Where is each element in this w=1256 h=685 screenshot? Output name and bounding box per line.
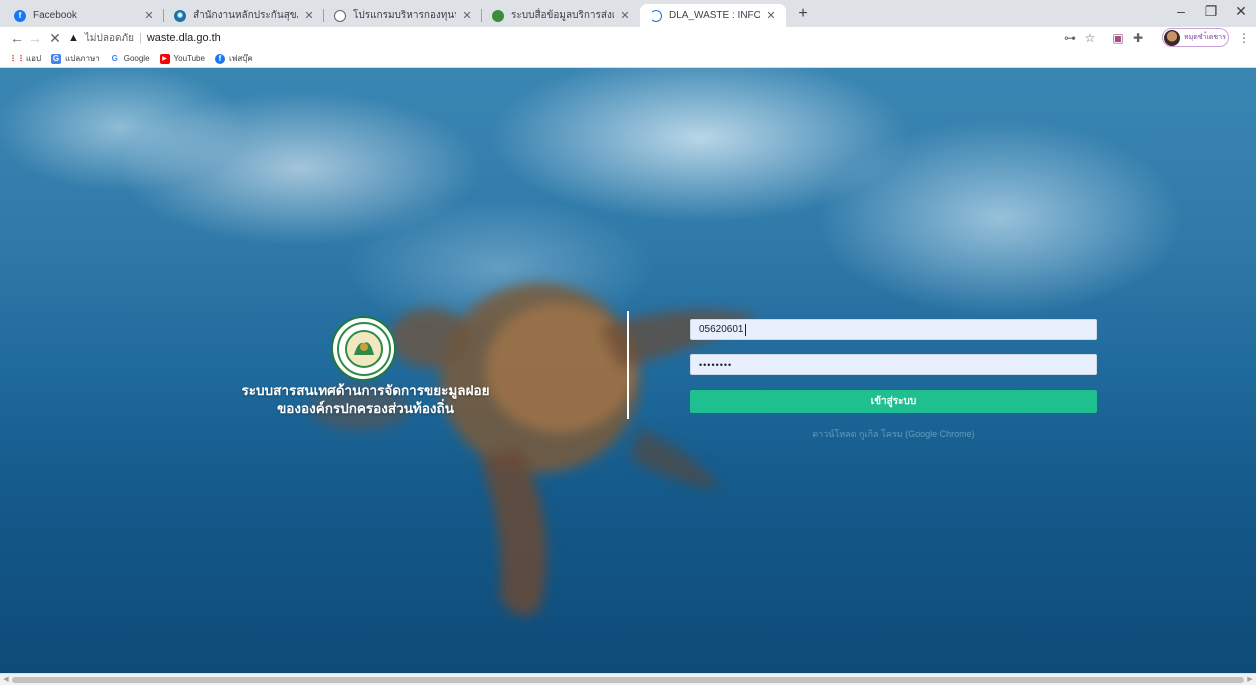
bookmark-label: เฟสบุ๊ค	[228, 54, 253, 63]
translate-icon: G	[51, 53, 62, 64]
avatar	[1164, 29, 1180, 46]
tab-fund-program[interactable]: โปรแกรมบริหารกองทุนหลักประกันสุขภ ✕	[324, 4, 482, 27]
key-icon[interactable]: ⊶	[1062, 29, 1078, 47]
globe-icon	[334, 9, 346, 22]
text-cursor	[744, 323, 746, 336]
tab-strip: f Facebook ✕ ✺ สำนักงานหลักประกันสุขภาพแ…	[0, 0, 1256, 27]
security-label[interactable]: ไม่ปลอดภัย	[85, 31, 134, 46]
back-button[interactable]: ←	[8, 29, 26, 47]
url-text[interactable]: waste.dla.go.th	[147, 32, 221, 44]
bookmark-label: Google	[123, 54, 150, 63]
extensions-puzzle-icon[interactable]: ✚	[1130, 29, 1146, 47]
forward-button[interactable]: →	[26, 29, 44, 47]
youtube-icon: ▶	[159, 53, 170, 64]
facebook-icon: f	[14, 9, 26, 22]
password-field[interactable]: ••••••••	[690, 354, 1097, 375]
download-chrome-link[interactable]: ดาวน์โหลด กูเกิล โครม (Google Chrome)	[690, 427, 1097, 441]
tab-title: DLA_WASTE : INFO-APP-L84	[669, 10, 760, 21]
bookmark-google[interactable]: G Google	[110, 54, 150, 64]
extension-icon[interactable]: ▣	[1110, 29, 1126, 47]
bookmark-label: แอป	[26, 54, 42, 63]
horizontal-scrollbar[interactable]: ◀ ▶	[0, 673, 1256, 685]
nhso-icon: ✺	[174, 9, 186, 22]
bookmark-translate[interactable]: G แปลภาษา	[51, 52, 100, 65]
apps-grid-icon: ⋮⋮	[9, 54, 25, 63]
tab-facebook[interactable]: f Facebook ✕	[4, 4, 164, 27]
dla-icon	[492, 9, 504, 22]
vertical-divider	[627, 311, 629, 419]
browser-toolbar: ← → ✕ ▲ ไม่ปลอดภัย | waste.dla.go.th ⊶ ☆…	[0, 27, 1256, 50]
new-tab-button[interactable]: +	[793, 5, 813, 23]
menu-icon[interactable]: ⋮	[1236, 29, 1252, 47]
tab-title: Facebook	[33, 10, 77, 21]
bookmark-facebook[interactable]: f เฟสบุ๊ค	[214, 52, 253, 65]
bookmark-label: แปลภาษา	[65, 54, 100, 63]
google-icon: G	[111, 54, 118, 63]
tab-title: โปรแกรมบริหารกองทุนหลักประกันสุขภ	[353, 10, 456, 21]
username-value: 05620601	[699, 324, 744, 335]
scrollbar-thumb[interactable]	[12, 677, 1244, 683]
bookmark-youtube[interactable]: ▶ YouTube	[159, 53, 205, 64]
close-icon[interactable]: ✕	[460, 9, 474, 22]
tab-dla-waste[interactable]: DLA_WASTE : INFO-APP-L84 ✕	[640, 4, 786, 27]
star-icon[interactable]: ☆	[1082, 29, 1098, 47]
warning-icon[interactable]: ▲	[68, 32, 79, 44]
login-page: ระบบสารสนเทศด้านการจัดการขยะมูลฝอย ขององ…	[0, 68, 1256, 673]
scroll-left-arrow[interactable]: ◀	[1, 675, 11, 683]
password-value: ••••••••	[699, 359, 733, 370]
profile-name: หมุดชำ้เดชาร	[1184, 34, 1226, 41]
system-title-line2: ขององค์กรปกครองส่วนท้องถิ่น	[277, 401, 454, 416]
minimize-button[interactable]: –	[1166, 3, 1196, 19]
profile-button[interactable]: หมุดชำ้เดชาร	[1162, 28, 1229, 47]
system-title: ระบบสารสนเทศด้านการจัดการขยะมูลฝอย ขององ…	[228, 382, 503, 418]
system-title-line1: ระบบสารสนเทศด้านการจัดการขยะมูลฝอย	[241, 383, 490, 398]
dla-logo	[331, 316, 396, 381]
tab-title: สำนักงานหลักประกันสุขภาพแห่งชาติ	[193, 10, 298, 21]
loading-icon	[650, 9, 662, 22]
logo-emblem	[336, 321, 391, 376]
address-bar[interactable]: ▲ ไม่ปลอดภัย | waste.dla.go.th	[68, 29, 221, 47]
tab-nhso[interactable]: ✺ สำนักงานหลักประกันสุขภาพแห่งชาติ ✕	[164, 4, 324, 27]
bookmark-apps[interactable]: ⋮⋮ แอป	[9, 52, 42, 65]
bookmarks-bar: ⋮⋮ แอป G แปลภาษา G Google ▶ YouTube f เฟ…	[0, 50, 1256, 68]
close-icon[interactable]: ✕	[764, 9, 778, 22]
url-separator: |	[138, 32, 142, 44]
close-window-button[interactable]: ✕	[1226, 3, 1256, 20]
login-button[interactable]: เข้าสู่ระบบ	[690, 390, 1097, 413]
stop-button[interactable]: ✕	[46, 29, 64, 47]
close-icon[interactable]: ✕	[302, 9, 316, 22]
username-field[interactable]: 05620601	[690, 319, 1097, 340]
close-icon[interactable]: ✕	[618, 9, 632, 22]
facebook-icon: f	[214, 53, 225, 64]
emblem-icon	[344, 329, 383, 368]
close-icon[interactable]: ✕	[142, 9, 156, 22]
tab-title: ระบบสื่อข้อมูลบริการส่งเสริมการปกครอง	[511, 10, 614, 21]
bookmark-label: YouTube	[173, 54, 205, 63]
scroll-right-arrow[interactable]: ▶	[1245, 675, 1255, 683]
restore-button[interactable]: ❐	[1196, 3, 1226, 20]
tab-dla-info[interactable]: ระบบสื่อข้อมูลบริการส่งเสริมการปกครอง ✕	[482, 4, 640, 27]
